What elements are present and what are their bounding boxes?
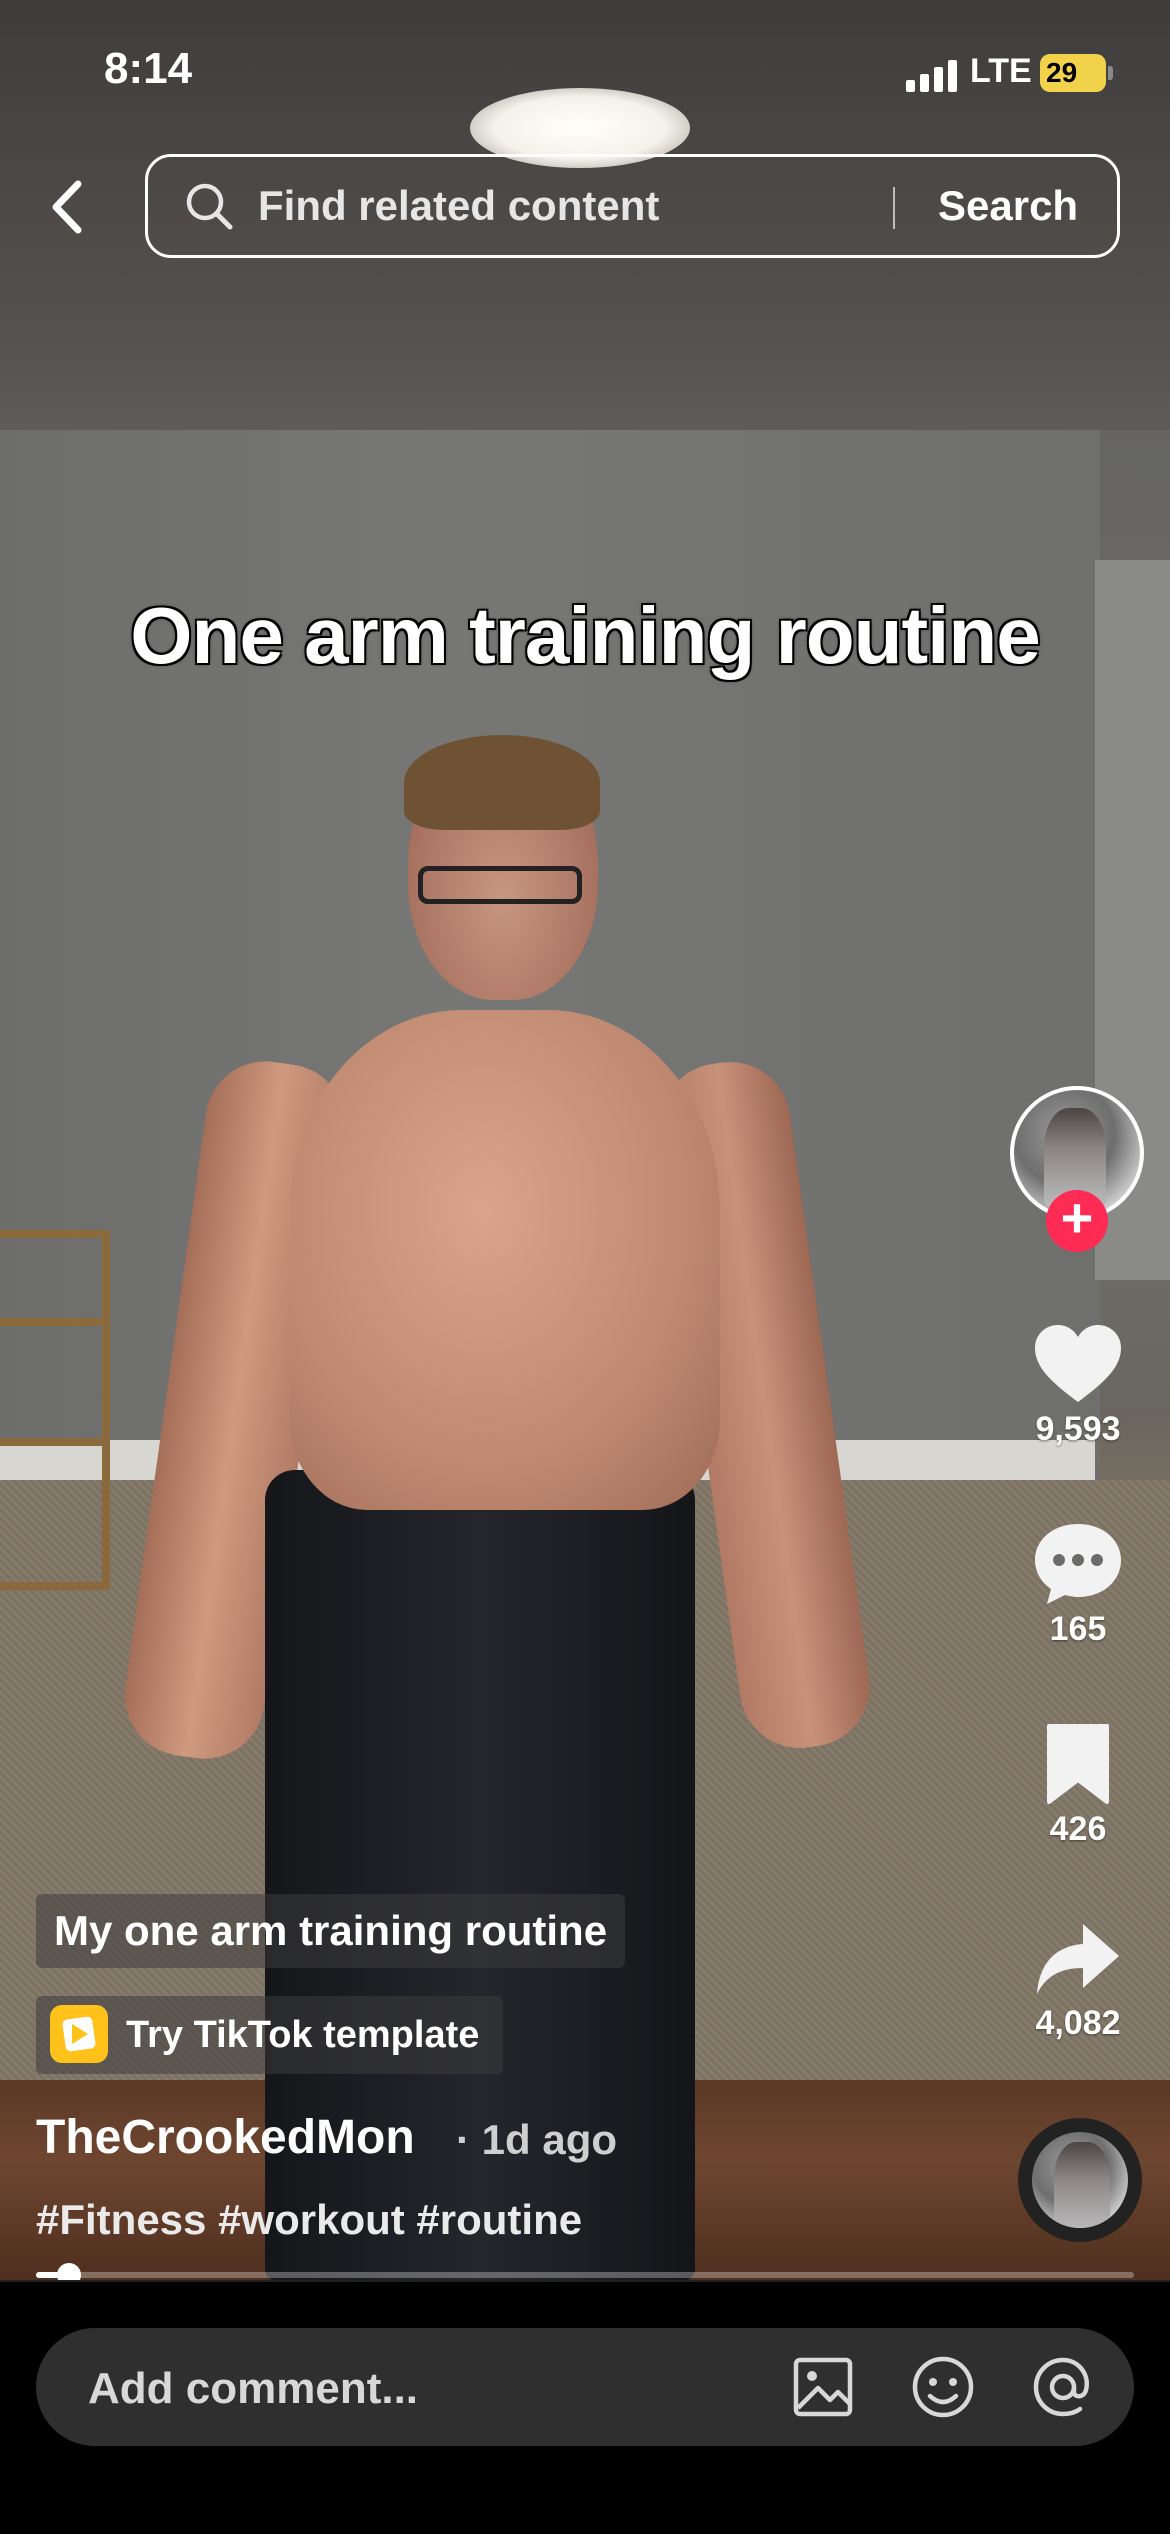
share-button[interactable]: 4,082 (1010, 1920, 1146, 2043)
search-input[interactable]: Find related content (258, 182, 659, 230)
like-button[interactable]: 9,593 (1010, 1322, 1146, 1449)
comment-input[interactable]: Add comment... (36, 2328, 1134, 2446)
template-icon (50, 2004, 108, 2063)
image-icon[interactable] (788, 2352, 858, 2422)
battery-icon: 29 (1040, 54, 1106, 92)
search-bar[interactable]: Find related content Search (145, 154, 1120, 258)
person-glasses (418, 866, 582, 904)
template-label: Try TikTok template (126, 2014, 480, 2056)
time-ago: · 1d ago (456, 2116, 618, 2163)
comment-bubble-icon (1035, 1524, 1121, 1604)
signal-icon (906, 58, 960, 92)
battery-tip (1108, 66, 1113, 80)
emoji-icon[interactable] (908, 2352, 978, 2422)
network-type: LTE (970, 52, 1032, 90)
hashtags[interactable]: #Fitness #workout #routine (36, 2196, 582, 2244)
music-disc-image (1054, 2142, 1110, 2228)
bookmark-count: 426 (1049, 1810, 1107, 1848)
video-overlay-text: One arm training routine (130, 591, 1040, 680)
person-hair (404, 735, 600, 830)
search-button[interactable]: Search (938, 182, 1078, 230)
username[interactable]: TheCrookedMon (36, 2110, 415, 2165)
video-progress-bar[interactable] (36, 2263, 1134, 2287)
comment-placeholder: Add comment... (88, 2364, 419, 2413)
comment-bar: Add comment... (0, 2280, 1170, 2534)
battery-level: 29 (1046, 57, 1078, 88)
search-icon (186, 183, 233, 230)
back-button[interactable] (40, 172, 100, 242)
caption-title: My one arm training routine (36, 1894, 626, 1968)
person-torso (290, 1010, 720, 1510)
template-button[interactable]: Try TikTok template (36, 1996, 504, 2074)
heart-icon (1035, 1325, 1121, 1402)
share-count: 4,082 (1035, 2004, 1121, 2042)
comment-button[interactable]: 165 (1010, 1520, 1146, 1649)
comment-count: 165 (1049, 1610, 1107, 1648)
music-disc[interactable] (1018, 2118, 1142, 2242)
search-divider (893, 187, 895, 229)
at-icon[interactable] (1028, 2352, 1098, 2422)
bookmark-button[interactable]: 426 (1010, 1722, 1146, 1849)
shelf (0, 1230, 110, 1590)
bookmark-icon (1047, 1724, 1109, 1804)
chevron-left-icon (52, 180, 82, 234)
share-arrow-icon (1037, 1924, 1119, 1994)
status-time: 8:14 (104, 44, 193, 93)
follow-button[interactable]: + (1046, 1190, 1108, 1252)
like-count: 9,593 (1035, 1410, 1121, 1448)
